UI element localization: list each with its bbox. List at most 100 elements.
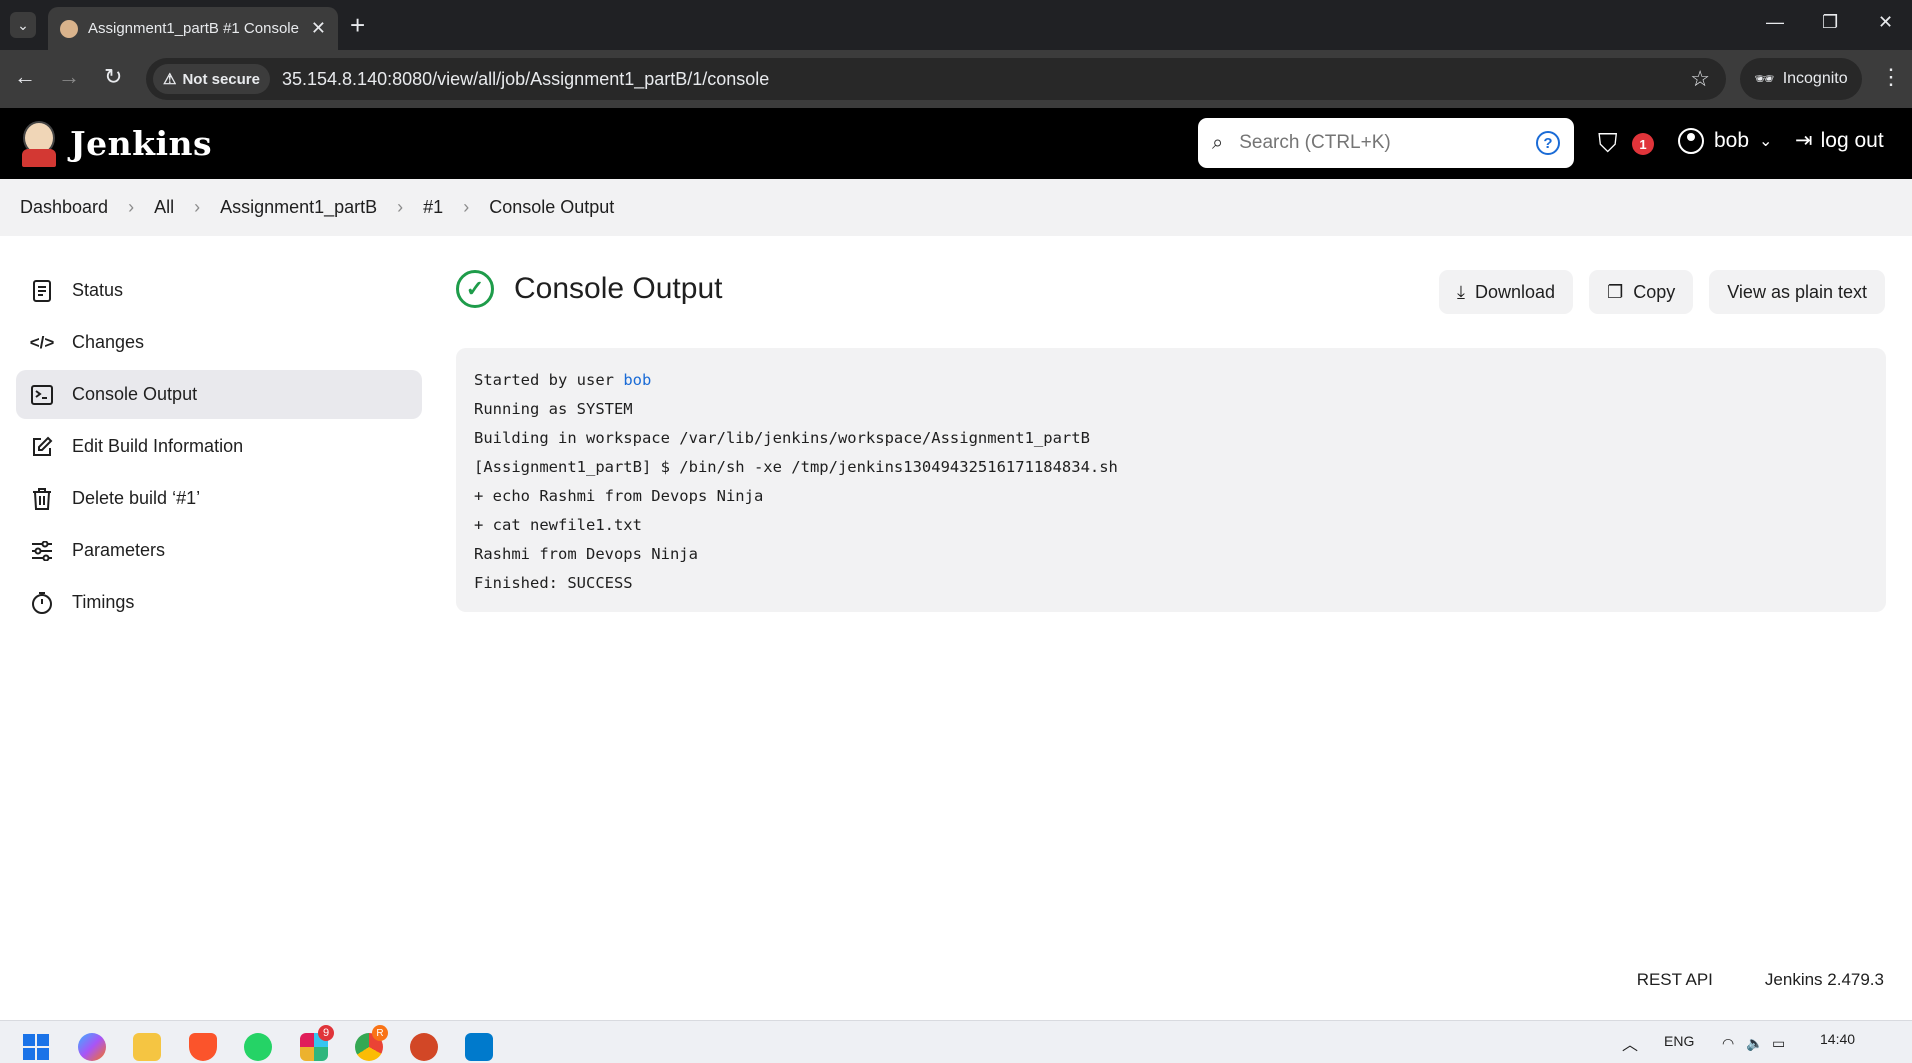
breadcrumb: Dashboard › All › Assignment1_partB › #1… <box>0 179 1912 236</box>
forward-arrow-icon[interactable]: → <box>58 64 80 90</box>
sidebar: Status </> Changes Console Output Edit B… <box>16 266 422 630</box>
download-icon: ⤓ <box>1457 281 1466 302</box>
breadcrumb-job[interactable]: Assignment1_partB <box>220 197 377 218</box>
download-button[interactable]: ⤓ Download <box>1439 270 1574 314</box>
security-alert-badge[interactable]: 1 <box>1632 133 1654 155</box>
file-explorer-icon[interactable] <box>133 1033 161 1061</box>
sidebar-item-label: Changes <box>72 332 145 352</box>
security-chip[interactable]: ⚠ Not secure <box>153 64 270 94</box>
console-text: Started by user <box>474 371 624 389</box>
sidebar-item-label: Timings <box>72 592 135 612</box>
reload-icon[interactable]: ↻ <box>104 64 122 90</box>
jenkins-favicon-icon <box>60 19 78 38</box>
rest-api-link[interactable]: REST API <box>1637 970 1713 990</box>
breadcrumb-console-output[interactable]: Console Output <box>489 197 614 218</box>
copilot-icon[interactable] <box>78 1033 106 1061</box>
breadcrumb-build[interactable]: #1 <box>423 197 443 218</box>
chevron-up-icon[interactable]: ︿ <box>1622 1031 1638 1055</box>
terminal-icon <box>30 383 54 407</box>
jenkins-home-link[interactable]: Jenkins <box>20 119 212 167</box>
console-output-panel: Started by user bob Running as SYSTEM Buil… <box>456 348 1886 612</box>
windows-taskbar: 9 R ︿ ENG ◠ 🔈 ▭ 14:40 <box>0 1020 1912 1063</box>
wifi-icon[interactable]: ◠ <box>1722 1035 1734 1052</box>
windows-start-icon[interactable] <box>22 1033 50 1061</box>
warning-triangle-icon: ⚠ <box>163 71 177 88</box>
browser-tab[interactable]: Assignment1_partB #1 Console ✕ <box>48 7 338 50</box>
brave-browser-icon[interactable] <box>189 1033 217 1061</box>
logout-icon: ⇥ <box>1795 129 1813 152</box>
sidebar-item-timings[interactable]: Timings <box>16 578 422 627</box>
sidebar-item-console-output[interactable]: Console Output <box>16 370 422 419</box>
powerpoint-icon[interactable] <box>410 1033 438 1061</box>
bookmark-star-icon[interactable]: ☆ <box>1690 66 1710 92</box>
sidebar-item-delete-build[interactable]: Delete build ‘#1’ <box>16 474 422 523</box>
search-input[interactable] <box>1239 132 1520 154</box>
jenkins-logo-text: Jenkins <box>70 123 213 163</box>
user-menu[interactable]: bob ⌄ <box>1678 128 1772 154</box>
vscode-icon[interactable] <box>465 1033 493 1061</box>
view-plain-text-button[interactable]: View as plain text <box>1709 270 1885 314</box>
breadcrumb-all[interactable]: All <box>154 197 174 218</box>
jenkins-header: Jenkins ⌕ ? ⛉ 1 bob ⌄ ⇥ log out <box>0 108 1912 179</box>
stopwatch-icon <box>30 591 54 615</box>
edit-icon <box>30 435 54 459</box>
close-window-icon[interactable]: ✕ <box>1878 12 1893 33</box>
close-tab-icon[interactable]: ✕ <box>311 18 326 39</box>
tab-search-button[interactable]: ⌄ <box>10 12 36 38</box>
console-user-link[interactable]: bob <box>623 371 651 389</box>
security-shield-icon[interactable]: ⛉ <box>1598 128 1618 160</box>
browser-menu-icon[interactable]: ⋮ <box>1880 64 1902 90</box>
jenkins-version[interactable]: Jenkins 2.479.3 <box>1765 970 1884 990</box>
trash-icon <box>30 487 54 511</box>
download-label: Download <box>1475 281 1556 302</box>
volume-icon[interactable]: 🔈 <box>1746 1035 1763 1052</box>
logout-link[interactable]: ⇥ log out <box>1795 128 1884 153</box>
page-footer: REST API Jenkins 2.479.3 <box>1637 970 1884 990</box>
console-line: + echo Rashmi from Devops Ninja <box>474 487 764 505</box>
page-header: ✓ Console Output <box>456 270 722 308</box>
breadcrumb-chevron-icon: › <box>397 197 404 217</box>
jenkins-butler-logo-icon <box>20 119 58 167</box>
battery-icon[interactable]: ▭ <box>1772 1035 1785 1052</box>
search-box[interactable]: ⌕ ? <box>1198 118 1574 168</box>
whatsapp-icon[interactable] <box>244 1033 272 1061</box>
username: bob <box>1714 129 1750 152</box>
restore-icon[interactable]: ❐ <box>1822 12 1838 33</box>
breadcrumb-chevron-icon: › <box>463 197 470 217</box>
user-avatar-icon <box>1678 128 1704 154</box>
slack-badge: 9 <box>318 1025 334 1041</box>
new-tab-button[interactable]: + <box>350 10 365 41</box>
console-actions: ⤓ Download ❐ Copy View as plain text <box>1439 270 1885 314</box>
security-label: Not secure <box>182 70 260 88</box>
url-text[interactable]: 35.154.8.140:8080/view/all/job/Assignmen… <box>282 69 1690 90</box>
console-line: + cat newfile1.txt <box>474 516 642 534</box>
sidebar-item-edit-build-information[interactable]: Edit Build Information <box>16 422 422 471</box>
copy-button[interactable]: ❐ Copy <box>1589 270 1694 314</box>
search-icon: ⌕ <box>1212 131 1224 154</box>
breadcrumb-dashboard[interactable]: Dashboard <box>20 197 108 218</box>
document-icon <box>30 279 54 303</box>
clock-time[interactable]: 14:40 <box>1820 1031 1855 1047</box>
back-arrow-icon[interactable]: ← <box>14 64 36 90</box>
browser-tab-bar: ⌄ Assignment1_partB #1 Console ✕ + — ❐ ✕ <box>0 0 1912 50</box>
breadcrumb-chevron-icon: › <box>194 197 201 217</box>
help-icon[interactable]: ? <box>1536 131 1560 155</box>
sidebar-item-changes[interactable]: </> Changes <box>16 318 422 367</box>
incognito-icon: 🕶 <box>1754 71 1775 88</box>
console-line: [Assignment1_partB] $ /bin/sh -xe /tmp/j… <box>474 458 1118 476</box>
minimize-icon[interactable]: — <box>1766 12 1784 33</box>
chevron-down-icon[interactable]: ⌄ <box>1759 131 1772 151</box>
address-bar[interactable]: ⚠ Not secure 35.154.8.140:8080/view/all/… <box>146 58 1726 100</box>
incognito-indicator[interactable]: 🕶 Incognito <box>1740 58 1862 100</box>
sidebar-item-status[interactable]: Status <box>16 266 422 315</box>
console-line: Running as SYSTEM <box>474 400 633 418</box>
console-line: Finished: SUCCESS <box>474 574 633 592</box>
tab-title: Assignment1_partB #1 Console <box>88 20 299 37</box>
sidebar-item-parameters[interactable]: Parameters <box>16 526 422 575</box>
language-indicator[interactable]: ENG <box>1664 1033 1694 1049</box>
sliders-icon <box>30 539 54 563</box>
incognito-label: Incognito <box>1782 70 1848 87</box>
plain-text-label: View as plain text <box>1727 281 1867 302</box>
chrome-profile-badge: R <box>372 1025 388 1041</box>
code-icon: </> <box>29 332 55 352</box>
